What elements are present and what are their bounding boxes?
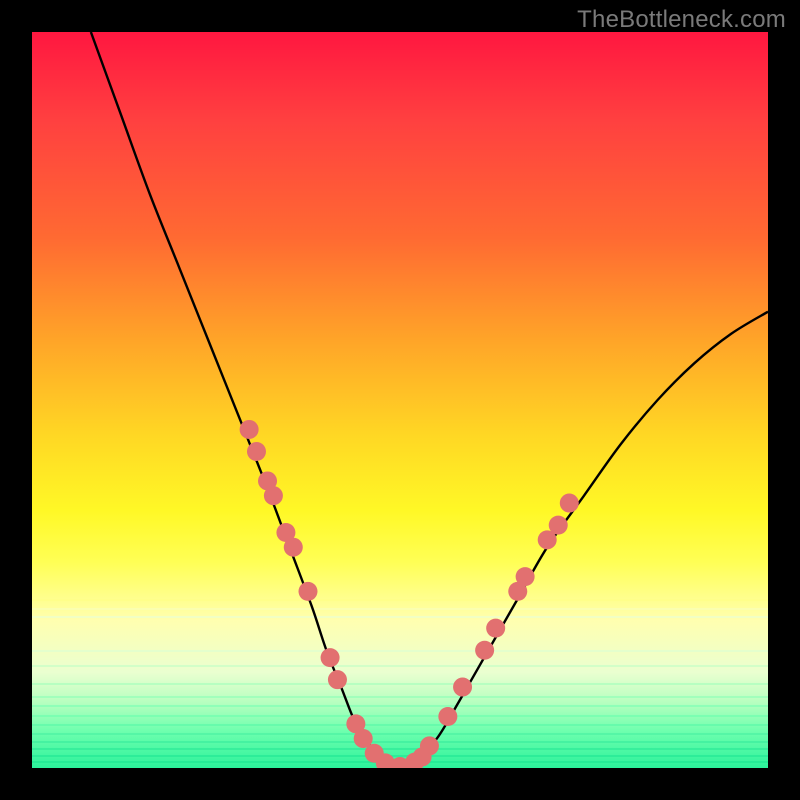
plot-area [32,32,768,768]
chart-svg [32,32,768,768]
data-dot [284,538,303,557]
data-dot [321,648,340,667]
watermark-text: TheBottleneck.com [577,6,786,34]
data-dot [240,420,259,439]
data-dot [486,619,505,638]
data-dot [560,494,579,513]
data-dot [438,707,457,726]
data-dot [453,678,472,697]
data-dot [299,582,318,601]
data-dot [475,641,494,660]
data-dot [328,670,347,689]
data-dots [240,420,579,768]
data-dot [516,567,535,586]
data-dot [247,442,266,461]
data-dot [549,516,568,535]
bottleneck-curve [91,32,768,768]
data-dot [264,486,283,505]
outer-frame: TheBottleneck.com [0,0,800,800]
data-dot [420,736,439,755]
